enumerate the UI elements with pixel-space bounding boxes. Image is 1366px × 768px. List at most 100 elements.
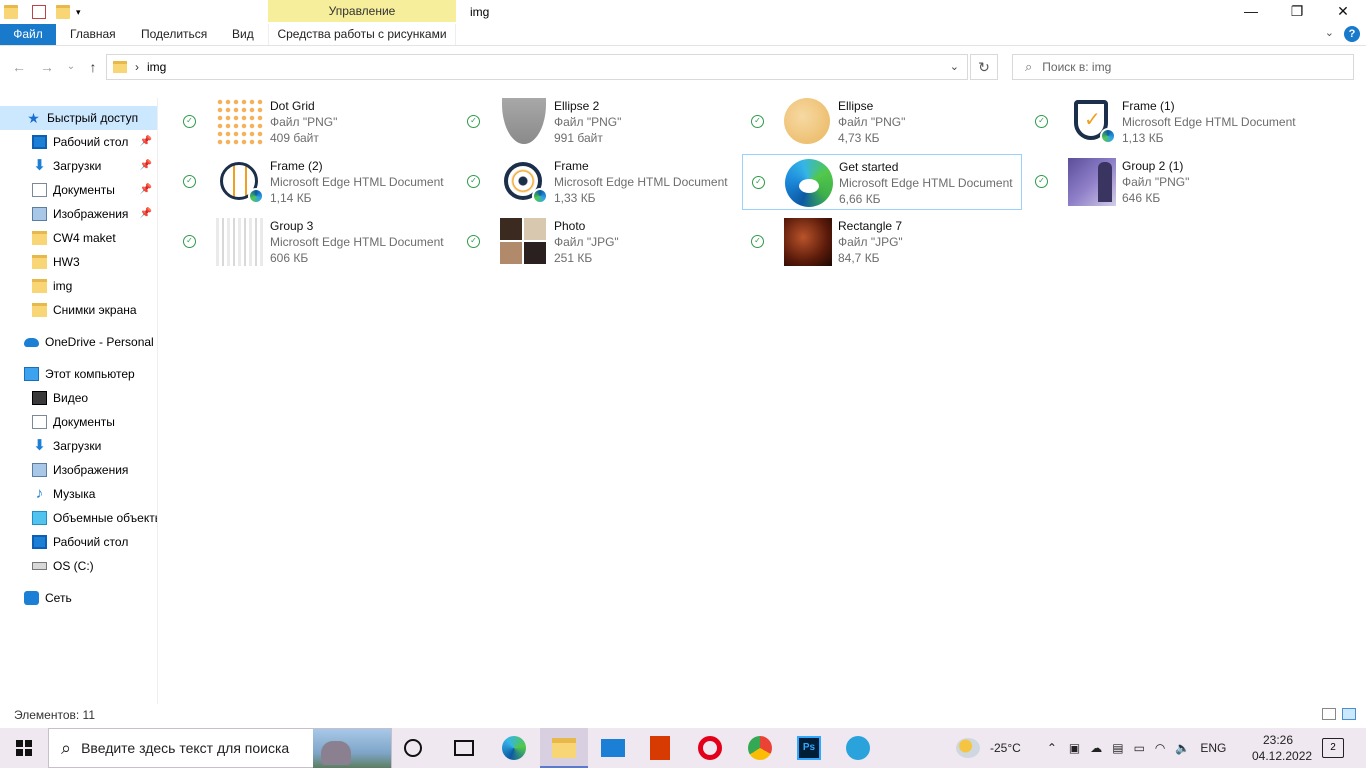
photoshop-icon[interactable]: Ps [797,736,821,760]
mail-icon[interactable] [601,739,625,757]
sidebar-item-screenshots[interactable]: Снимки экрана [0,298,157,322]
file-tile-get-started[interactable]: ✓ Get started Microsoft Edge HTML Docume… [742,154,1022,210]
address-bar[interactable]: › img ⌄ [106,54,968,80]
tray-app-icon[interactable]: ▤ [1112,741,1123,755]
meet-now-icon[interactable]: ▣ [1069,741,1080,755]
group-3-thumbnail [216,218,264,266]
sidebar-item-drive-c[interactable]: OS (C:) [0,554,157,578]
sidebar-item-desktop[interactable]: Рабочий стол 📌 [0,130,157,154]
sidebar-item-pc-downloads[interactable]: ⬇ Загрузки [0,434,157,458]
search-box[interactable]: ⌕ Поиск в: img [1012,54,1354,80]
up-button[interactable]: ↑ [84,58,102,76]
taskbar-search-input[interactable]: Введите здесь текст для поиска [81,740,289,756]
ellipse-thumbnail [784,98,832,146]
forward-button[interactable]: → [38,58,56,76]
sync-status-icon: ✓ [183,175,196,188]
sidebar-item-hw3[interactable]: HW3 [0,250,157,274]
sidebar-item-3d-objects[interactable]: Объемные объекты [0,506,157,530]
weather-icon[interactable] [956,738,980,758]
computer-icon [24,367,39,381]
navigation-pane: ★ Быстрый доступ Рабочий стол 📌 ⬇ Загруз… [0,98,158,704]
sidebar-item-this-pc[interactable]: Этот компьютер [0,362,157,386]
volume-icon[interactable]: 🔈 [1175,741,1190,755]
minimize-button[interactable]: — [1228,0,1274,24]
sidebar-item-cw4-maket[interactable]: CW4 maket [0,226,157,250]
tab-share[interactable]: Поделиться [131,24,217,45]
sidebar-item-quick-access[interactable]: ★ Быстрый доступ [0,106,157,130]
sidebar-item-videos[interactable]: Видео [0,386,157,410]
tab-view[interactable]: Вид [222,24,264,45]
file-tile-photo[interactable]: ✓ Photo Файл "JPG" 251 КБ [458,214,738,270]
taskbar-search[interactable]: ⌕ Введите здесь текст для поиска [48,728,392,768]
file-size: 251 КБ [554,251,593,265]
temperature[interactable]: -25°C [990,741,1021,755]
file-name: Frame [554,159,589,173]
tab-picture-tools[interactable]: Средства работы с рисунками [268,24,456,45]
telegram-icon[interactable] [846,736,870,760]
onedrive-icon[interactable]: ☁ [1090,741,1102,755]
file-tile-frame-2[interactable]: ✓ Frame (2) Microsoft Edge HTML Document… [174,154,454,210]
battery-icon[interactable]: ▭ [1134,741,1145,755]
tab-file[interactable]: Файл [0,24,56,45]
file-tile-rectangle-7[interactable]: ✓ Rectangle 7 Файл "JPG" 84,7 КБ [742,214,1022,270]
chevron-up-icon[interactable]: ⌃ [1047,741,1057,755]
tab-home[interactable]: Главная [60,24,126,45]
manage-tab[interactable]: Управление [268,0,456,22]
language-indicator[interactable]: ENG [1200,741,1226,755]
tiles-view-icon[interactable] [1342,708,1356,720]
back-button[interactable]: ← [10,58,28,76]
sidebar-item-pc-desktop[interactable]: Рабочий стол [0,530,157,554]
globe-icon [216,158,264,206]
file-type: Файл "PNG" [1122,175,1190,189]
address-dropdown-icon[interactable]: ⌄ [950,60,959,73]
start-button[interactable] [0,728,48,768]
refresh-button[interactable]: ↻ [970,54,998,80]
details-view-icon[interactable] [1322,708,1336,720]
breadcrumb-chevron-icon[interactable]: › [135,60,139,74]
sidebar-item-music[interactable]: ♪ Музыка [0,482,157,506]
file-tile-dot-grid[interactable]: ✓ Dot Grid Файл "PNG" 409 байт [174,94,454,150]
expand-ribbon-icon[interactable]: ⌄ [1325,26,1334,42]
music-icon: ♪ [35,485,44,502]
wifi-icon[interactable]: ◠ [1155,741,1165,755]
pictures-icon [32,463,47,477]
sidebar-item-pc-documents[interactable]: Документы [0,410,157,434]
opera-icon[interactable] [698,736,722,760]
file-size: 6,66 КБ [839,192,881,206]
customize-toolbar-icon[interactable]: ▾ [76,7,81,18]
properties-icon[interactable] [32,5,46,19]
clock[interactable]: 23:26 04.12.2022 [1252,732,1312,764]
file-tile-ellipse[interactable]: ✓ Ellipse Файл "PNG" 4,73 КБ [742,94,1022,150]
edge-icon[interactable] [502,736,526,760]
chrome-icon[interactable] [748,736,772,760]
cortana-icon[interactable] [404,739,422,757]
file-tile-ellipse-2[interactable]: ✓ Ellipse 2 Файл "PNG" 991 байт [458,94,738,150]
file-tile-group-2-1[interactable]: ✓ Group 2 (1) Файл "PNG" 646 КБ [1026,154,1306,210]
sidebar-item-network[interactable]: Сеть [0,586,157,610]
sidebar-item-pictures[interactable]: Изображения 📌 [0,202,157,226]
file-size: 4,73 КБ [838,131,880,145]
sidebar-item-img[interactable]: img [0,274,157,298]
file-size: 991 байт [554,131,603,145]
close-button[interactable]: ✕ [1320,0,1366,24]
search-input[interactable]: Поиск в: img [1042,60,1111,74]
item-count: Элементов: 11 [14,708,95,722]
file-tile-frame[interactable]: ✓ Frame Microsoft Edge HTML Document 1,3… [458,154,738,210]
edge-icon [1100,128,1116,144]
help-icon[interactable]: ? [1344,26,1360,42]
file-tile-frame-1[interactable]: ✓ Frame (1) Microsoft Edge HTML Document… [1026,94,1306,150]
sidebar-item-downloads[interactable]: ⬇ Загрузки 📌 [0,154,157,178]
new-folder-icon[interactable] [56,5,70,19]
sidebar-item-documents[interactable]: Документы 📌 [0,178,157,202]
recent-locations-button[interactable]: ⌄ [62,58,80,76]
restore-button[interactable]: ❐ [1274,0,1320,24]
sidebar-item-pc-pictures[interactable]: Изображения [0,458,157,482]
file-tile-group-3[interactable]: ✓ Group 3 Microsoft Edge HTML Document 6… [174,214,454,270]
task-view-icon[interactable] [454,740,474,756]
breadcrumb-img[interactable]: img [147,60,166,74]
notification-center-icon[interactable]: 2 [1322,738,1344,758]
sidebar-item-onedrive[interactable]: OneDrive - Personal [0,330,157,354]
shield-check-icon [1068,98,1116,146]
office-icon[interactable] [650,736,670,760]
edge-icon [532,188,548,204]
